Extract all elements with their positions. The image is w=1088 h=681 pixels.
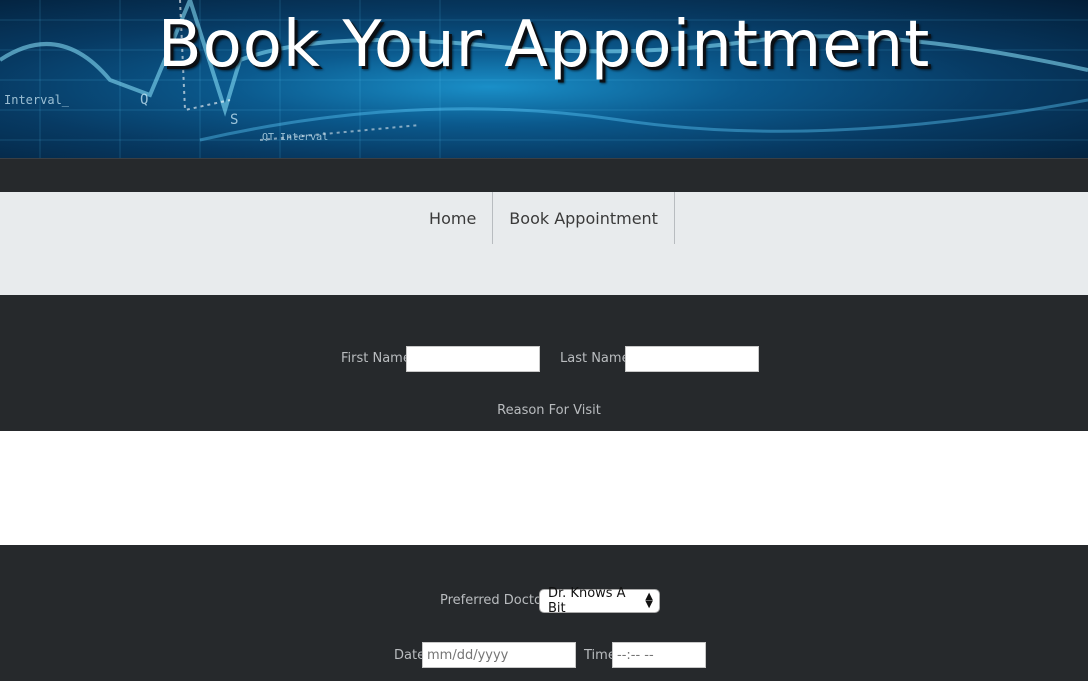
time-input[interactable]	[612, 642, 706, 668]
first-name-input[interactable]	[406, 346, 540, 372]
ecg-label-qt: QT Interval	[262, 132, 328, 143]
page-title: Book Your Appointment	[157, 8, 931, 82]
last-name-input[interactable]	[625, 346, 759, 372]
header-banner: Interval_ Q S QT Interval Book Your Appo…	[0, 0, 1088, 158]
reason-textarea[interactable]	[0, 431, 1088, 545]
ecg-label-s: S	[230, 112, 238, 128]
ecg-label-interval: Interval_	[4, 93, 70, 107]
doctor-label: Preferred Doctor	[440, 593, 548, 608]
header-divider	[0, 158, 1088, 192]
doctor-select-value: Dr. Knows A Bit	[548, 586, 626, 616]
nav-item-home[interactable]: Home	[413, 192, 492, 244]
date-input[interactable]	[422, 642, 576, 668]
date-label: Date	[394, 648, 426, 663]
nav-item-book-appointment[interactable]: Book Appointment	[492, 192, 675, 244]
schedule-section: Preferred Doctor Dr. Knows A Bit ▲ ▼ Date…	[0, 545, 1088, 681]
name-section: First Name Last Name Reason For Visit	[0, 295, 1088, 431]
last-name-label: Last Name	[560, 351, 630, 366]
select-arrows-icon: ▲ ▼	[645, 591, 653, 610]
reason-label: Reason For Visit	[497, 403, 601, 418]
doctor-select[interactable]: Dr. Knows A Bit ▲ ▼	[539, 586, 660, 616]
main-nav: Home Book Appointment	[0, 192, 1088, 295]
ecg-label-q: Q	[140, 92, 148, 108]
first-name-label: First Name	[341, 351, 411, 366]
